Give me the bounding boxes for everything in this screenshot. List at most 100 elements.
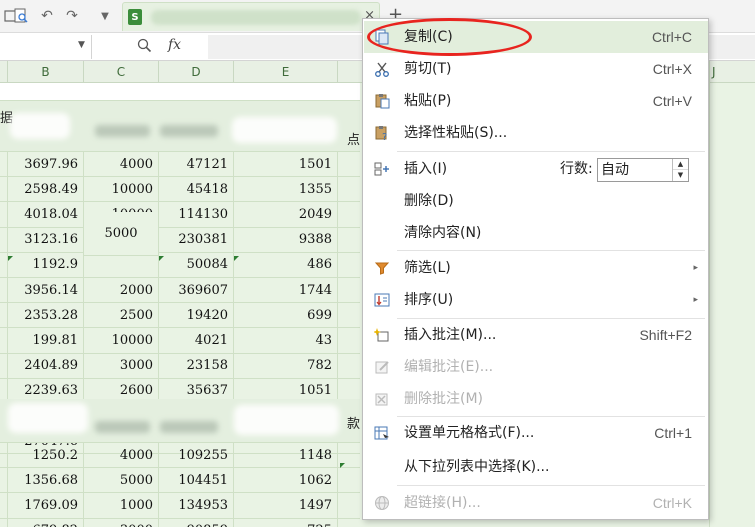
menu-item-delete[interactable]: 删除(D) bbox=[364, 185, 708, 217]
table-cell-d[interactable]: 45418 bbox=[159, 177, 234, 202]
table-row[interactable]: 2353.28 2500 19420 699 bbox=[0, 303, 360, 329]
table-cell-c[interactable]: 2000 bbox=[84, 278, 159, 303]
table-cell-b[interactable]: 2353.28 bbox=[8, 303, 84, 328]
insert-rows-stepper[interactable]: 自动 ▲ ▼ bbox=[597, 158, 689, 182]
table-row[interactable]: 2404.89 3000 23158 782 bbox=[0, 353, 360, 379]
table-cell-c[interactable]: 10000 bbox=[84, 177, 159, 202]
menu-item-pick-from-list[interactable]: 从下拉列表中选择(K)... bbox=[364, 451, 708, 483]
table-cell-e[interactable]: 725 bbox=[234, 518, 338, 527]
table-cell-c[interactable]: 3000 bbox=[84, 518, 159, 527]
table-row[interactable]: 1250.2 4000 109255 1148 bbox=[0, 443, 360, 469]
table-row[interactable]: 4018.04100001141302049 bbox=[0, 202, 360, 228]
table-row[interactable]: 1769.09 1000 134953 1497 bbox=[0, 493, 360, 519]
menu-item-sort[interactable]: 排序(U) ▸ bbox=[364, 284, 708, 316]
column-header-c[interactable]: C bbox=[84, 61, 159, 83]
table-cell-b[interactable]: 1192.9 bbox=[8, 252, 84, 277]
table-cell-e[interactable]: 1501 bbox=[234, 152, 338, 177]
menu-item-edit-comment[interactable]: 编辑批注(E)... bbox=[364, 351, 708, 383]
table-cell[interactable] bbox=[0, 353, 8, 378]
table-cell-d[interactable]: 114130 bbox=[159, 202, 234, 227]
stepper-down-icon[interactable]: ▼ bbox=[673, 170, 688, 181]
table-cell-b[interactable]: 4018.04 bbox=[8, 202, 84, 227]
menu-item-insert-comment[interactable]: 插入批注(M)... Shift+F2 bbox=[364, 319, 708, 351]
insert-function-button[interactable]: fx bbox=[168, 37, 181, 53]
stepper-up-icon[interactable]: ▲ bbox=[673, 159, 688, 170]
table-row[interactable]: 3123.16 230381 9388 bbox=[0, 227, 360, 253]
table-cell-e[interactable]: 1062 bbox=[234, 468, 338, 493]
column-header-j[interactable]: J bbox=[710, 61, 755, 83]
table-cell-d[interactable]: 19420 bbox=[159, 303, 234, 328]
table-cell[interactable] bbox=[0, 227, 8, 252]
zoom-lookup-icon[interactable] bbox=[137, 38, 152, 57]
document-tab[interactable]: S × bbox=[122, 2, 380, 31]
table-cell-b[interactable]: 1769.09 bbox=[8, 493, 84, 518]
table-cell-d[interactable]: 50084 bbox=[159, 252, 234, 277]
table-cell-c[interactable]: 1000 bbox=[84, 493, 159, 518]
table-cell[interactable] bbox=[0, 303, 8, 328]
table-cell-c[interactable]: 4000 bbox=[84, 152, 159, 177]
redo-icon[interactable]: ↷ bbox=[63, 7, 81, 25]
table-cell-e[interactable]: 2049 bbox=[234, 202, 338, 227]
name-box[interactable]: ▼ bbox=[0, 35, 92, 59]
table-row[interactable]: 3697.96 4000 47121 1501 bbox=[0, 152, 360, 178]
table-cell[interactable] bbox=[0, 328, 8, 353]
table-cell-b[interactable]: 1250.2 bbox=[8, 443, 84, 468]
column-header-d[interactable]: D bbox=[159, 61, 234, 83]
table-cell-d[interactable]: 230381 bbox=[159, 227, 234, 252]
table-cell-b[interactable]: 1356.68 bbox=[8, 468, 84, 493]
table-cell-e[interactable]: 9388 bbox=[234, 227, 338, 252]
column-header-e[interactable]: E bbox=[234, 61, 338, 83]
table-cell-d[interactable]: 47121 bbox=[159, 152, 234, 177]
table-cell[interactable] bbox=[0, 278, 8, 303]
table-cell[interactable] bbox=[0, 468, 8, 493]
table-cell-e[interactable]: 1497 bbox=[234, 493, 338, 518]
table-cell-c[interactable]: 10000 bbox=[84, 328, 159, 353]
undo-icon[interactable]: ↶ bbox=[38, 7, 56, 25]
table-cell[interactable] bbox=[0, 202, 8, 227]
print-preview-icon[interactable] bbox=[12, 7, 30, 25]
table-cell-c[interactable]: 3000 bbox=[84, 353, 159, 378]
menu-item-paste-special[interactable]: ? 选择性粘贴(S)... bbox=[364, 117, 708, 149]
table-cell-b[interactable]: 2598.49 bbox=[8, 177, 84, 202]
table-cell-d[interactable]: 109255 bbox=[159, 443, 234, 468]
menu-item-hyperlink[interactable]: 超链接(H)... Ctrl+K bbox=[364, 487, 708, 519]
table-cell-b[interactable]: 3697.96 bbox=[8, 152, 84, 177]
table-cell-d[interactable]: 4021 bbox=[159, 328, 234, 353]
table-cell-d[interactable]: 90859 bbox=[159, 518, 234, 527]
table-cell-c[interactable]: 5000 bbox=[84, 468, 159, 493]
more-dropdown-icon[interactable]: ▼ bbox=[96, 7, 114, 25]
table-cell-e[interactable]: 699 bbox=[234, 303, 338, 328]
table-cell-c[interactable]: 2500 bbox=[84, 303, 159, 328]
table-row[interactable] bbox=[0, 83, 360, 101]
table-cell-d[interactable]: 23158 bbox=[159, 353, 234, 378]
table-row[interactable]: 679.82300090859725 bbox=[0, 518, 360, 527]
table-cell-d[interactable]: 104451 bbox=[159, 468, 234, 493]
table-cell[interactable] bbox=[0, 152, 8, 177]
column-header-b[interactable]: B bbox=[8, 61, 84, 83]
merged-cell-c[interactable]: 5000 bbox=[84, 212, 159, 256]
table-cell-b[interactable]: 2404.89 bbox=[8, 353, 84, 378]
column-header-a[interactable] bbox=[0, 61, 8, 83]
table-row[interactable]: 2598.49 10000 45418 1355 bbox=[0, 177, 360, 203]
menu-item-format-cells[interactable]: 设置单元格格式(F)... Ctrl+1 bbox=[364, 417, 708, 449]
table-cell-e[interactable]: 1148 bbox=[234, 443, 338, 468]
column-j-strip[interactable]: J bbox=[709, 61, 755, 527]
chevron-down-icon[interactable]: ▼ bbox=[78, 40, 85, 50]
menu-item-clear-contents[interactable]: 清除内容(N) bbox=[364, 217, 708, 249]
table-row[interactable]: 199.81 10000 4021 43 bbox=[0, 328, 360, 354]
table-cell[interactable] bbox=[0, 177, 8, 202]
table-cell-b[interactable]: 679.82 bbox=[8, 518, 84, 527]
table-cell-d[interactable]: 369607 bbox=[159, 278, 234, 303]
table-cell-d[interactable]: 134953 bbox=[159, 493, 234, 518]
menu-item-insert[interactable]: 插入(I) 行数: 自动 ▲ ▼ bbox=[364, 153, 708, 185]
table-cell-e[interactable]: 1355 bbox=[234, 177, 338, 202]
menu-item-copy[interactable]: 复制(C) Ctrl+C bbox=[364, 21, 708, 53]
table-row[interactable]: 1192.9 50084 486 bbox=[0, 252, 360, 278]
table-cell-b[interactable]: 3123.16 bbox=[8, 227, 84, 252]
menu-item-filter[interactable]: 筛选(L) ▸ bbox=[364, 252, 708, 284]
table-cell-c[interactable] bbox=[84, 252, 159, 277]
table-cell[interactable] bbox=[0, 518, 8, 527]
menu-item-paste[interactable]: 粘贴(P) Ctrl+V bbox=[364, 85, 708, 117]
table-cell-c[interactable]: 4000 bbox=[84, 443, 159, 468]
insert-rows-value[interactable]: 自动 bbox=[601, 159, 629, 181]
